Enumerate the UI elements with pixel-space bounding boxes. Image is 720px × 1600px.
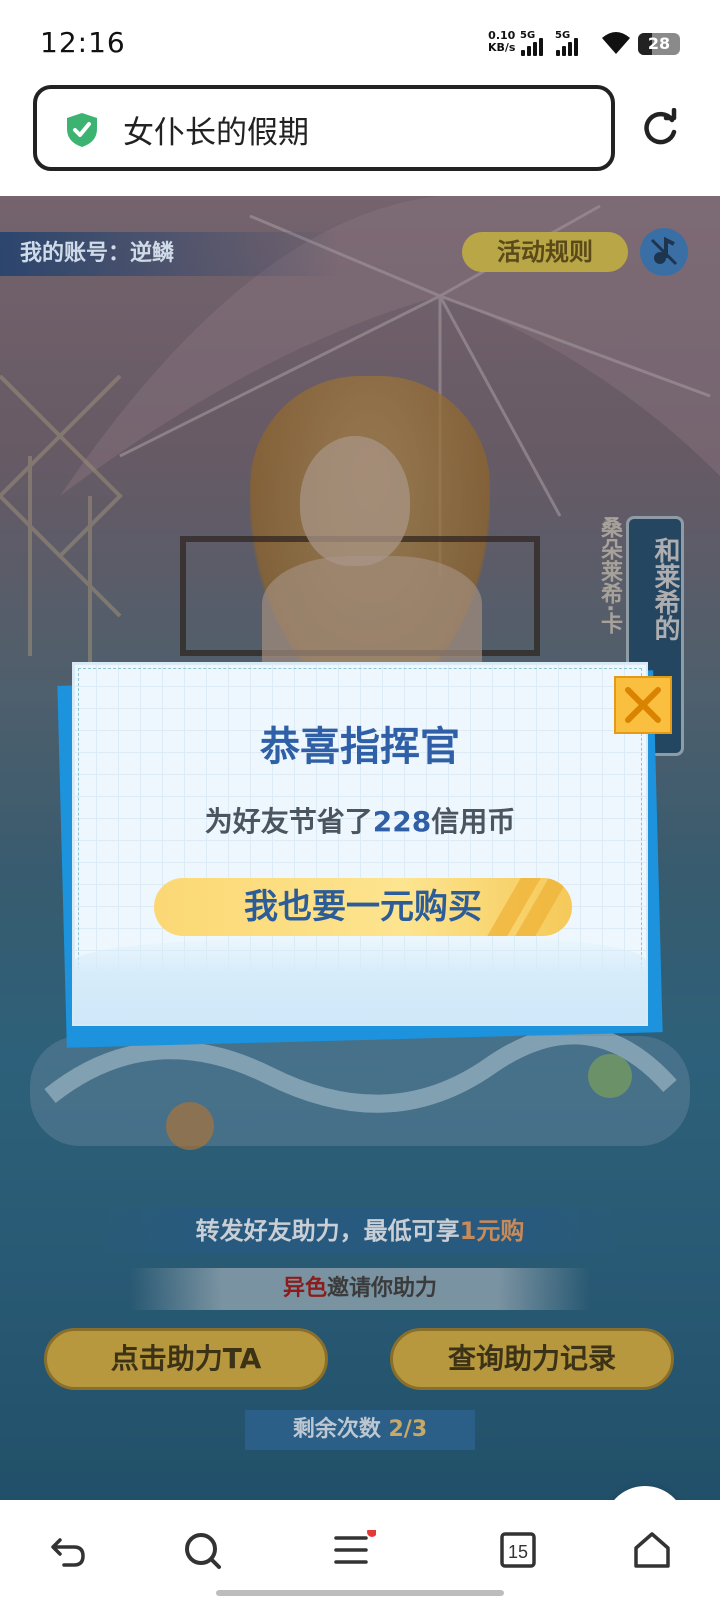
dialog-message-suffix: 信用币 — [431, 805, 516, 838]
slogan-text: 转发好友助力，最低可享 — [195, 1217, 460, 1245]
battery-level: 28 — [647, 34, 671, 53]
menu-button[interactable] — [324, 1520, 384, 1580]
remaining-value: 2/3 — [388, 1417, 428, 1442]
address-bar[interactable]: 女仆长的假期 — [33, 85, 615, 171]
bottom-navbar: 15 — [0, 1500, 720, 1600]
home-indicator[interactable] — [216, 1590, 504, 1596]
back-button[interactable] — [38, 1520, 98, 1580]
music-off-icon — [650, 236, 678, 266]
search-icon — [185, 1533, 221, 1569]
account-label: 我的账号：逆鳞 — [0, 232, 340, 276]
dialog-message: 为好友节省了228信用币 — [74, 800, 646, 840]
slogan-highlight: 1元购 — [459, 1217, 525, 1245]
battery-icon: 28 — [638, 33, 680, 55]
wifi-icon — [602, 32, 630, 54]
shield-check-icon — [67, 113, 97, 147]
music-toggle-button[interactable] — [640, 228, 688, 276]
search-button[interactable] — [172, 1520, 232, 1580]
inviter-banner: 异色邀请你助力 — [130, 1268, 590, 1310]
dialog-title: 恭喜指挥官 — [260, 724, 460, 770]
slogan-banner: 转发好友助力，最低可享1元购 — [100, 1208, 620, 1254]
inviter-text: 邀请你助力 — [327, 1276, 438, 1301]
help-button[interactable]: 点击助力TA — [44, 1328, 328, 1390]
menu-icon — [334, 1530, 376, 1564]
close-icon — [625, 687, 661, 723]
network-speed-unit: KB/s — [488, 41, 516, 54]
help-record-button[interactable]: 查询助力记录 — [390, 1328, 674, 1390]
tabs-count: 15 — [508, 1542, 528, 1562]
status-bar: 12:16 0.10 KB/s 5G 5G 28 — [0, 0, 720, 80]
dialog-message-prefix: 为好友节省了 — [204, 805, 373, 838]
tabs-icon: 15 — [500, 1532, 536, 1568]
home-icon — [634, 1532, 670, 1568]
remaining-count: 剩余次数 2/3 — [245, 1410, 475, 1450]
download-float-button[interactable] — [604, 1486, 686, 1500]
buy-button-label: 我也要一元购买 — [244, 887, 482, 927]
reload-icon[interactable] — [640, 108, 680, 148]
signal-icon — [556, 36, 582, 56]
remaining-label: 剩余次数 — [292, 1417, 389, 1442]
buy-one-yuan-button[interactable]: 我也要一元购买 — [154, 878, 572, 936]
back-icon — [51, 1538, 85, 1567]
tabs-button[interactable]: 15 — [488, 1520, 548, 1580]
page-title: 女仆长的假期 — [123, 115, 309, 151]
signal-icon — [521, 36, 547, 56]
download-float-icon — [604, 1486, 686, 1500]
dialog-message-amount: 228 — [372, 805, 432, 838]
status-time: 12:16 — [40, 26, 126, 59]
inviter-name: 异色 — [282, 1276, 327, 1301]
network-speed: 0.10 KB/s — [488, 30, 515, 54]
home-button[interactable] — [622, 1520, 682, 1580]
notification-dot — [367, 1530, 376, 1537]
dialog-wave — [74, 934, 646, 1024]
congrats-dialog: 恭喜指挥官 为好友节省了228信用币 我也要一元购买 — [72, 662, 648, 1026]
rules-button[interactable]: 活动规则 — [462, 232, 628, 272]
dialog-close-button[interactable] — [614, 676, 672, 734]
